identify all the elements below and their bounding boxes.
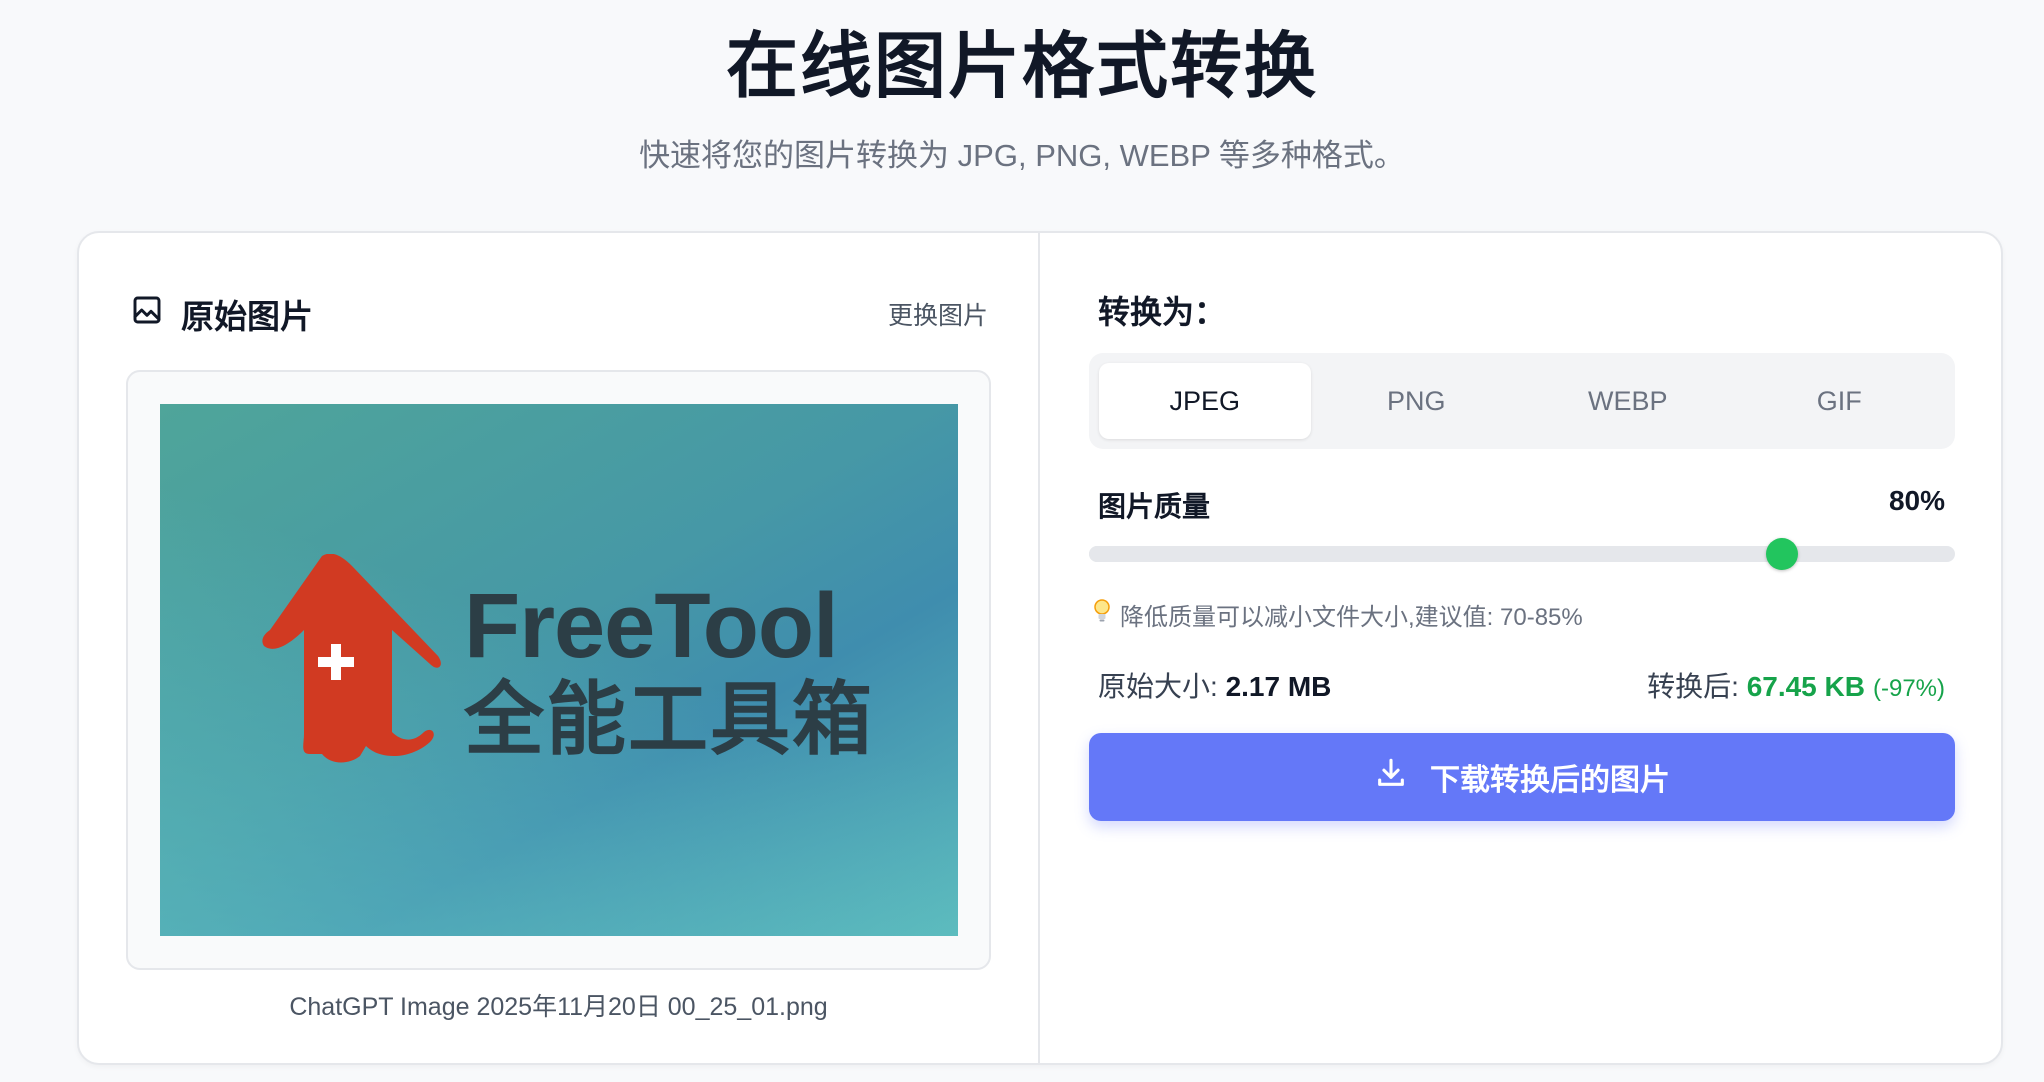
- download-button-label: 下载转换后的图片: [1430, 764, 1670, 797]
- format-option-webp[interactable]: WEBP: [1522, 363, 1734, 439]
- page-title: 在线图片格式转换: [725, 27, 1318, 107]
- freetool-logo-icon: [262, 554, 441, 763]
- panel-title-text: 原始图片: [181, 298, 313, 335]
- quality-tip: 降低质量可以减小文件大小,建议值: 70-85%: [1092, 597, 1583, 632]
- panel-header: 原始图片 更换图片: [131, 289, 988, 339]
- download-button[interactable]: 下载转换后的图片: [1089, 733, 1955, 821]
- original-size-value: 2.17 MB: [1225, 671, 1332, 702]
- converter-card: 原始图片 更换图片 FreeTool 全能工具箱 ChatGPT Image 2…: [77, 231, 2003, 1065]
- image-preview-box: FreeTool 全能工具箱: [126, 370, 991, 970]
- logo-text-en: FreeTool: [464, 575, 839, 677]
- image-preview: FreeTool 全能工具箱: [160, 404, 958, 936]
- original-size-label: 原始大小:: [1098, 671, 1218, 702]
- change-image-link[interactable]: 更换图片: [888, 296, 988, 332]
- logo-text: FreeTool 全能工具箱: [464, 580, 874, 760]
- lightbulb-icon: [1092, 598, 1112, 631]
- quality-label: 图片质量: [1098, 491, 1211, 522]
- convert-to-label: 转换为：: [1098, 294, 1227, 330]
- format-option-gif[interactable]: GIF: [1734, 363, 1946, 439]
- panel-title: 原始图片: [131, 290, 313, 338]
- quality-slider[interactable]: [1089, 538, 1955, 570]
- slider-track-fill: [1089, 546, 1782, 562]
- page-subtitle: 快速将您的图片转换为 JPG, PNG, WEBP 等多种格式。: [639, 138, 1405, 173]
- format-option-png[interactable]: PNG: [1311, 363, 1523, 439]
- size-info: 原始大小: 2.17 MB 转换后: 67.45 KB (-97%): [1098, 665, 1945, 705]
- converted-size: 转换后: 67.45 KB (-97%): [1647, 665, 1945, 705]
- format-option-jpeg[interactable]: JPEG: [1099, 363, 1311, 439]
- file-name: ChatGPT Image 2025年11月20日 00_25_01.png: [289, 993, 828, 1021]
- quality-row: 图片质量 80%: [1098, 485, 1945, 525]
- tip-text: 降低质量可以减小文件大小,建议值: 70-85%: [1120, 604, 1583, 631]
- converted-size-label: 转换后:: [1647, 671, 1739, 702]
- conversion-panel: 转换为： JPEG PNG WEBP GIF 图片质量 80% 降低质量可以减小: [1040, 233, 2001, 1063]
- image-icon: [131, 294, 163, 334]
- original-size: 原始大小: 2.17 MB: [1098, 665, 1331, 705]
- format-selector: JPEG PNG WEBP GIF: [1089, 353, 1955, 449]
- size-change-badge: (-97%): [1872, 675, 1945, 702]
- original-image-panel: 原始图片 更换图片 FreeTool 全能工具箱 ChatGPT Image 2…: [79, 233, 1040, 1063]
- quality-value: 80%: [1888, 485, 1945, 516]
- converted-size-value: 67.45 KB: [1746, 671, 1865, 702]
- download-icon: [1374, 756, 1408, 798]
- slider-thumb[interactable]: [1765, 538, 1798, 570]
- page-header: 在线图片格式转换 快速将您的图片转换为 JPG, PNG, WEBP 等多种格式…: [0, 0, 2044, 175]
- logo-text-cn: 全能工具箱: [464, 675, 874, 764]
